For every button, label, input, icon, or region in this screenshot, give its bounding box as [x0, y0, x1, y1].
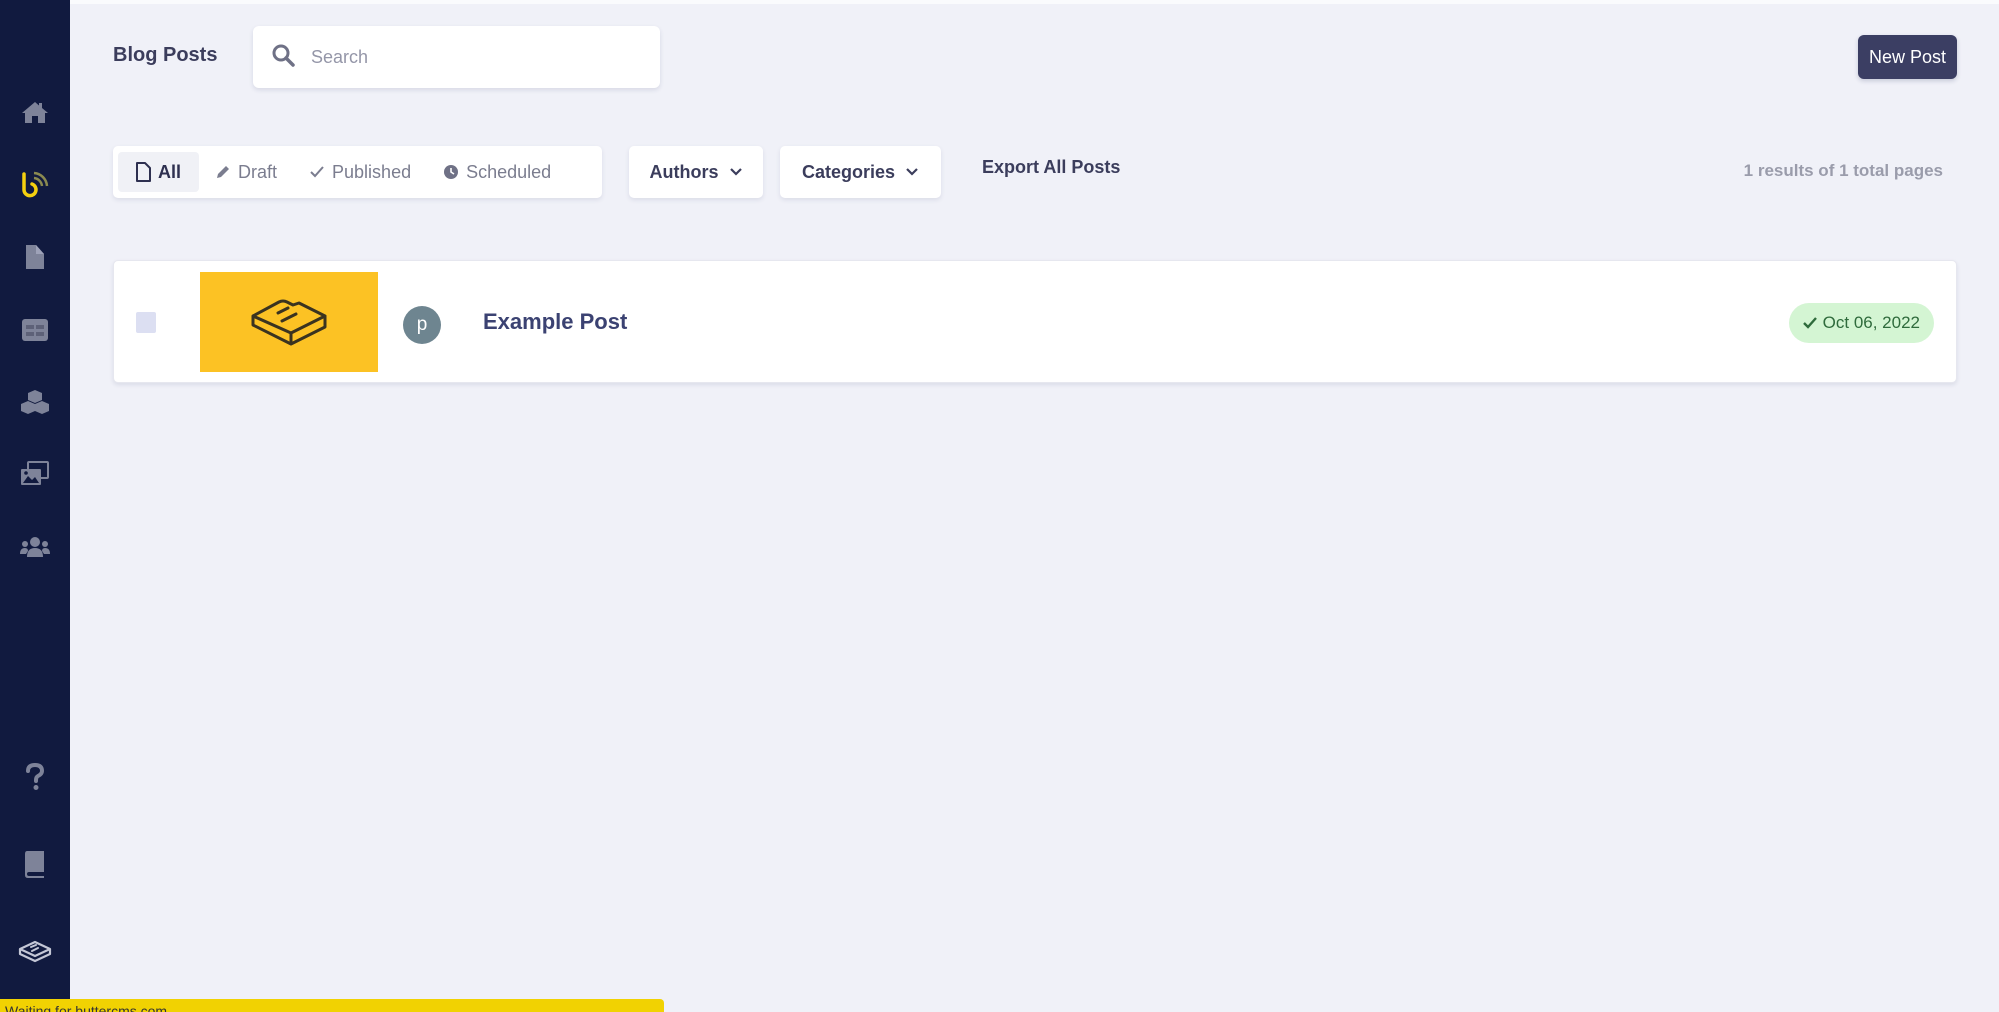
book-icon: [25, 851, 44, 878]
published-date-badge: Oct 06, 2022: [1788, 303, 1934, 343]
sidebar-item-butter-logo[interactable]: [0, 932, 70, 972]
search-input[interactable]: [311, 46, 611, 68]
tab-published-label: Published: [332, 161, 412, 182]
buttercms-blog-icon: [22, 171, 49, 198]
sidebar-item-home[interactable]: [0, 92, 70, 132]
tab-scheduled-label: Scheduled: [466, 161, 552, 182]
users-icon: [20, 537, 50, 557]
tab-published[interactable]: Published: [293, 152, 427, 192]
status-filter-tabs: All Draft Published Scheduled: [113, 146, 602, 198]
sidebar-item-pages[interactable]: [0, 237, 70, 277]
chevron-down-icon: [729, 167, 743, 177]
tab-draft-label: Draft: [238, 161, 278, 182]
authors-label: Authors: [649, 161, 719, 182]
tab-scheduled[interactable]: Scheduled: [427, 152, 567, 192]
search-icon: [271, 43, 295, 72]
categories-label: Categories: [801, 161, 896, 182]
media-library-icon: [21, 461, 49, 485]
main-content: Blog Posts New Post All: [70, 0, 1999, 1012]
file-icon: [135, 162, 151, 182]
sidebar-item-help[interactable]: [0, 757, 70, 797]
tab-draft[interactable]: Draft: [199, 152, 293, 192]
sidebar-item-users[interactable]: [0, 527, 70, 567]
sidebar-item-blog[interactable]: [0, 165, 70, 205]
sidebar-item-components[interactable]: [0, 382, 70, 422]
pencil-icon: [215, 164, 231, 180]
results-count: 1 results of 1 total pages: [1743, 161, 1943, 180]
butter-logo-icon: [18, 940, 52, 963]
search-box[interactable]: [253, 26, 660, 88]
page-icon: [26, 245, 44, 269]
export-all-posts-button[interactable]: Export All Posts: [982, 157, 1120, 178]
categories-dropdown[interactable]: Categories: [780, 146, 941, 198]
post-thumbnail: [200, 272, 378, 372]
cubes-icon: [21, 390, 49, 414]
sidebar: [0, 0, 70, 1012]
clock-icon: [443, 164, 459, 180]
tab-all[interactable]: All: [118, 152, 200, 192]
sidebar-item-media[interactable]: [0, 454, 70, 494]
chevron-down-icon: [905, 167, 919, 177]
authors-dropdown[interactable]: Authors: [629, 146, 763, 198]
post-date: Oct 06, 2022: [1822, 313, 1920, 332]
post-title[interactable]: Example Post: [483, 309, 627, 335]
page-title: Blog Posts: [113, 44, 218, 66]
tab-all-label: All: [158, 161, 182, 182]
question-icon: [26, 763, 45, 790]
new-post-button[interactable]: New Post: [1857, 35, 1957, 79]
sidebar-item-collections[interactable]: [0, 310, 70, 350]
table-icon: [22, 319, 48, 341]
sidebar-item-docs[interactable]: [0, 844, 70, 884]
author-avatar: p: [403, 306, 441, 344]
browser-status-bar: Waiting for buttercms.com...: [0, 999, 664, 1012]
butter-logo-icon: [251, 299, 327, 346]
home-icon: [22, 102, 48, 123]
post-row[interactable]: p Example Post Oct 06, 2022: [113, 260, 1957, 383]
check-icon: [309, 165, 325, 179]
post-select-checkbox[interactable]: [136, 312, 156, 333]
check-icon: [1802, 317, 1817, 329]
